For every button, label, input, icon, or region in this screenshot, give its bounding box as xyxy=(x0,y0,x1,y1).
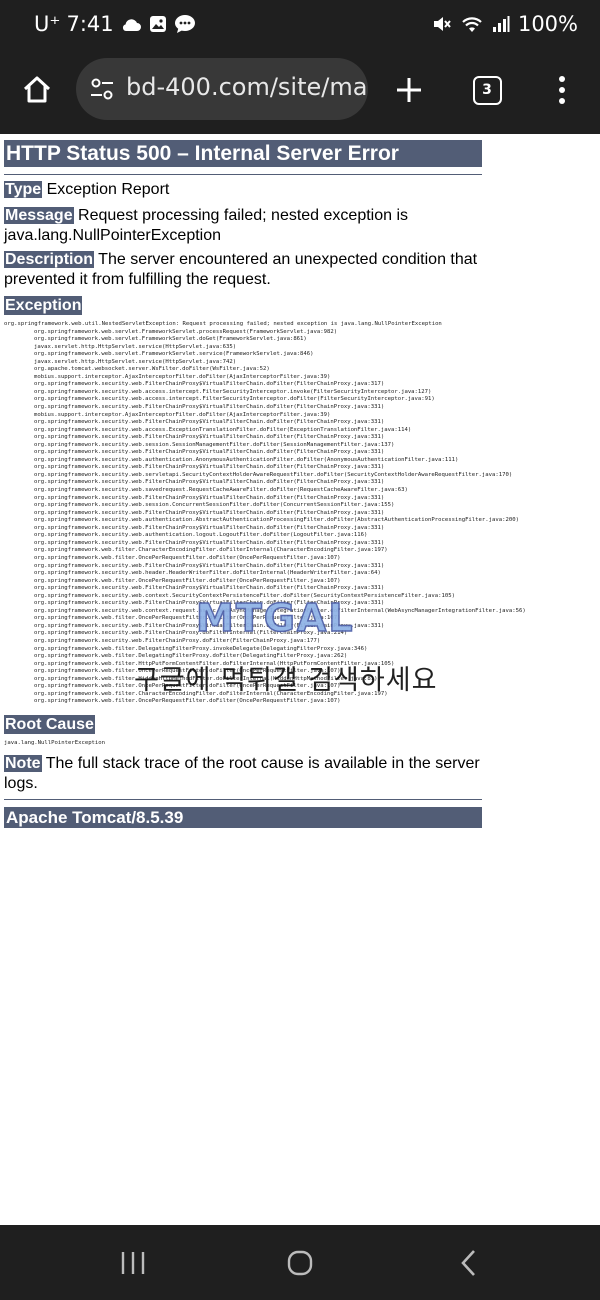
browser-toolbar: bd-400.com/site/mai 3 xyxy=(0,50,600,134)
signal-icon xyxy=(492,15,510,33)
server-footer: Apache Tomcat/8.5.39 xyxy=(4,807,482,828)
stack-trace-line: org.springframework.security.web.authent… xyxy=(34,456,459,463)
watermark-logo: MTGAL xyxy=(195,595,355,641)
wifi-icon xyxy=(460,14,484,34)
stack-trace-line: org.springframework.security.web.FilterC… xyxy=(34,509,385,516)
home-circle-icon xyxy=(287,1250,313,1276)
stack-trace-line: mobius.support.interceptor.AjaxIntercept… xyxy=(34,411,331,418)
stack-trace-line: org.springframework.security.web.FilterC… xyxy=(34,419,385,426)
stack-trace-line: org.springframework.security.web.FilterC… xyxy=(34,539,385,546)
plus-icon xyxy=(397,78,421,102)
type-value: Exception Report xyxy=(42,181,170,198)
status-left: U⁺ 7:41 xyxy=(34,12,196,36)
root-cause-trace: java.lang.NullPointerException xyxy=(4,740,106,746)
stack-trace-line: org.springframework.web.filter.Character… xyxy=(34,547,388,554)
watermark-subtitle: 구글에 먹튀갤 검색하세요 xyxy=(134,665,438,696)
stack-trace-line: org.springframework.security.web.authent… xyxy=(34,532,368,539)
description-label: Description xyxy=(4,251,95,268)
home-icon xyxy=(23,76,51,103)
stack-trace-line: org.springframework.web.util.NestedServl… xyxy=(4,321,442,327)
stack-trace-line: org.springframework.security.web.FilterC… xyxy=(34,404,385,411)
divider xyxy=(4,174,482,175)
stack-trace-line: org.springframework.security.web.FilterC… xyxy=(34,494,385,501)
gallery-icon xyxy=(148,14,168,34)
stack-trace-line: org.springframework.security.web.FilterC… xyxy=(34,585,385,592)
stack-trace-line: org.springframework.security.web.header.… xyxy=(34,570,381,577)
stack-trace-line: org.springframework.security.web.session… xyxy=(34,441,395,448)
url-text[interactable]: bd-400.com/site/mai xyxy=(126,73,366,101)
new-tab-button[interactable] xyxy=(387,68,431,112)
menu-icon xyxy=(559,76,565,104)
stack-trace-line: mobius.support.interceptor.AjaxIntercept… xyxy=(34,373,331,380)
note-value: The full stack trace of the root cause i… xyxy=(4,755,480,792)
web-page: HTTP Status 500 – Internal Server Error … xyxy=(0,134,600,1225)
stack-trace-line: org.springframework.security.web.FilterC… xyxy=(34,464,385,471)
stack-trace-line: org.springframework.security.web.authent… xyxy=(34,517,519,524)
tab-count: 3 xyxy=(472,75,502,105)
address-bar[interactable]: bd-400.com/site/mai xyxy=(76,58,368,120)
back-button[interactable] xyxy=(446,1243,490,1283)
note-row: Note The full stack trace of the root ca… xyxy=(4,754,484,793)
stack-trace-line: org.springframework.security.web.FilterC… xyxy=(34,434,385,441)
stack-trace-line: org.springframework.security.web.savedre… xyxy=(34,487,408,494)
mute-icon xyxy=(432,14,452,34)
stack-trace-line: org.springframework.web.servlet.Framewor… xyxy=(34,336,307,343)
stack-trace-line: org.springframework.security.web.FilterC… xyxy=(34,562,385,569)
stack-trace-line: org.springframework.security.web.FilterC… xyxy=(34,524,385,531)
overflow-menu-button[interactable] xyxy=(540,68,584,112)
stack-trace-line: org.springframework.web.filter.OncePerRe… xyxy=(34,577,341,584)
type-row: Type Exception Report xyxy=(4,180,484,200)
cloud-icon xyxy=(120,16,142,32)
stack-trace-line: org.springframework.web.servlet.Framewor… xyxy=(34,351,314,358)
nav-home-button[interactable] xyxy=(278,1243,322,1283)
stack-trace-line: org.springframework.web.servlet.Framewor… xyxy=(34,328,338,335)
chat-icon xyxy=(174,14,196,34)
home-button[interactable] xyxy=(15,68,59,112)
description-row: Description The server encountered an un… xyxy=(4,250,484,289)
stack-trace-line: org.springframework.security.web.FilterC… xyxy=(34,479,385,486)
stack-trace-line: javax.servlet.http.HttpServlet.service(H… xyxy=(34,343,237,350)
stack-trace-line: org.springframework.security.web.FilterC… xyxy=(34,449,385,456)
stack-trace-line: org.springframework.security.web.access.… xyxy=(34,396,435,403)
navigation-bar xyxy=(0,1225,600,1300)
exception-heading: Exception xyxy=(4,296,83,315)
message-label: Message xyxy=(4,207,74,224)
site-settings-icon[interactable] xyxy=(88,75,116,108)
battery-label: 100% xyxy=(517,12,578,36)
message-row: Message Request processing failed; neste… xyxy=(4,206,484,245)
recents-icon xyxy=(121,1252,145,1274)
back-icon xyxy=(461,1250,475,1276)
divider xyxy=(4,799,482,800)
watermark: MTGAL 구글에 먹튀갤 검색하세요 xyxy=(134,595,454,706)
type-label: Type xyxy=(4,181,43,198)
stack-trace-line: org.springframework.security.web.access.… xyxy=(34,426,412,433)
stack-trace-line: javax.servlet.http.HttpServlet.service(H… xyxy=(34,358,237,365)
page-title: HTTP Status 500 – Internal Server Error xyxy=(4,140,482,167)
status-bar: U⁺ 7:41 100% xyxy=(0,0,600,50)
stack-trace-line: org.springframework.security.web.access.… xyxy=(34,388,432,395)
status-right: 100% xyxy=(432,12,578,36)
stack-trace-line: org.apache.tomcat.websocket.server.WsFil… xyxy=(34,366,270,373)
tab-switcher-button[interactable]: 3 xyxy=(465,68,509,112)
note-label: Note xyxy=(4,755,42,772)
stack-trace-line: org.springframework.security.web.FilterC… xyxy=(34,381,385,388)
recents-button[interactable] xyxy=(111,1243,155,1283)
root-cause-heading: Root Cause xyxy=(4,715,95,734)
stack-trace-line: org.springframework.security.web.session… xyxy=(34,502,395,509)
stack-trace-line: org.springframework.security.web.servlet… xyxy=(34,471,513,478)
stack-trace-line: org.springframework.web.filter.OncePerRe… xyxy=(34,554,341,561)
carrier-label: U⁺ xyxy=(34,12,61,36)
clock: 7:41 xyxy=(66,12,114,36)
